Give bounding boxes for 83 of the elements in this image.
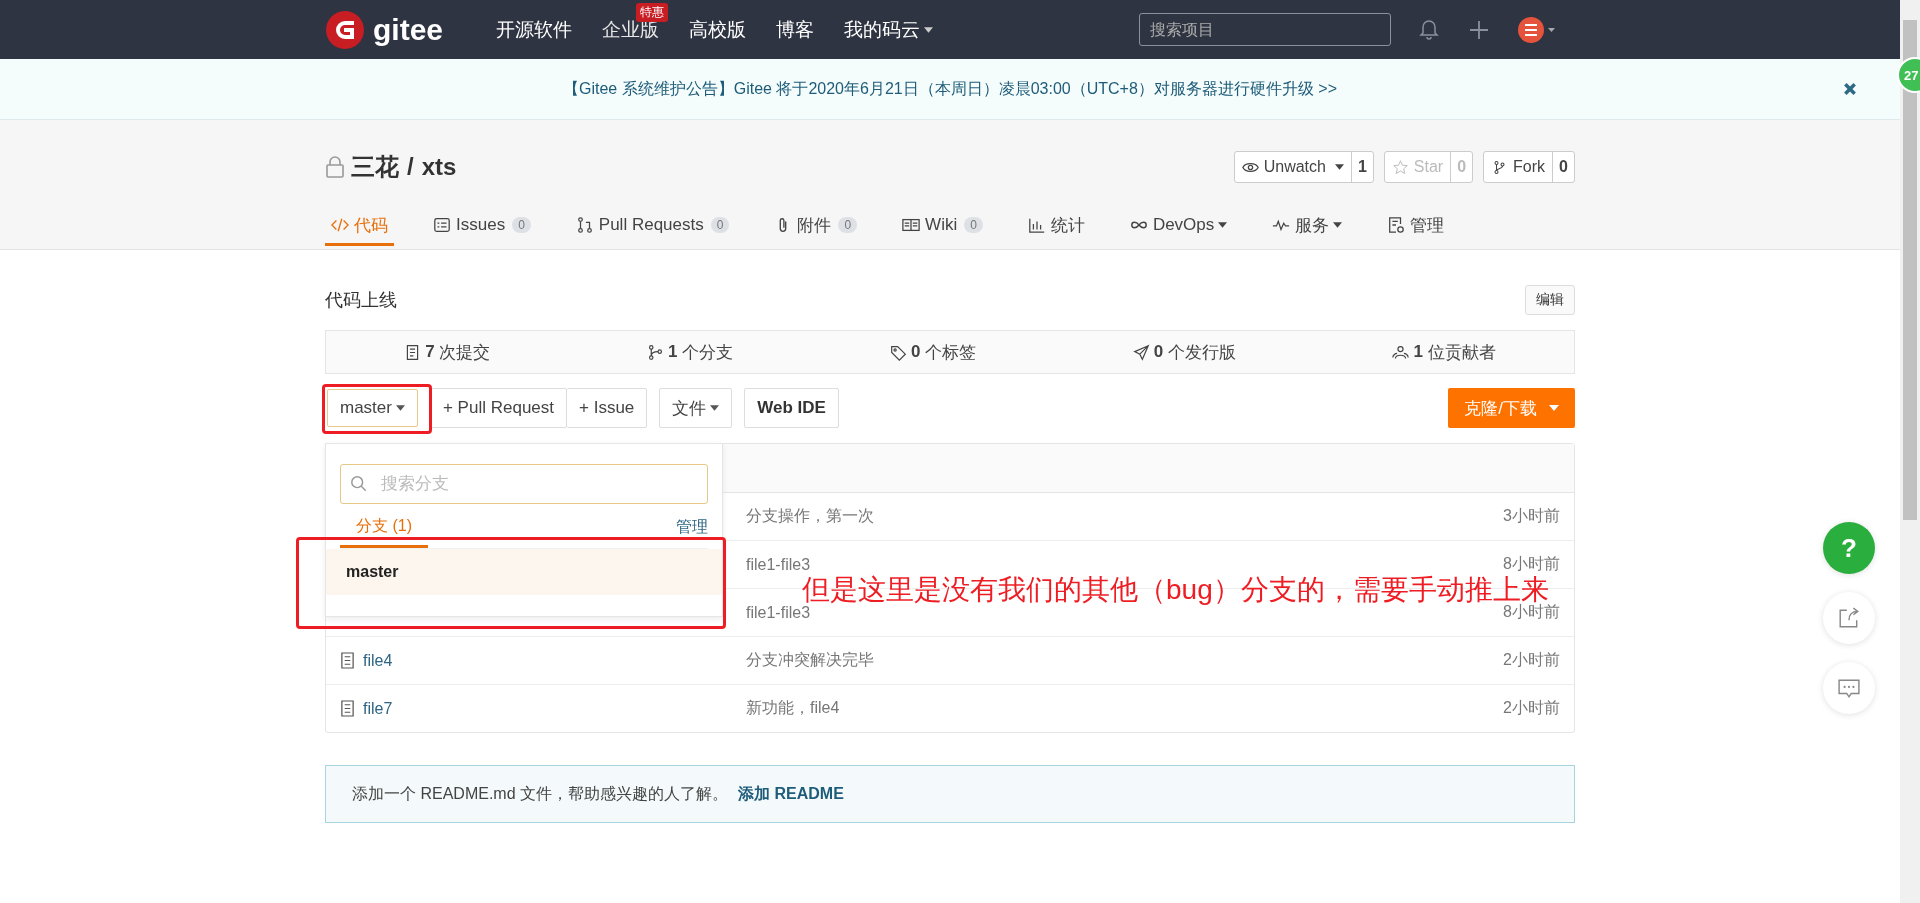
repo-tab[interactable]: Issues 0 bbox=[427, 207, 537, 246]
commit-time: 2小时前 bbox=[1503, 650, 1561, 670]
commit-message-link[interactable]: 新功能，file4 bbox=[746, 698, 1504, 719]
lock-icon bbox=[325, 155, 345, 179]
close-icon[interactable] bbox=[1843, 82, 1857, 96]
scrollbar[interactable] bbox=[1900, 0, 1920, 903]
file-icon bbox=[340, 652, 355, 669]
file-name-link[interactable]: file4 bbox=[363, 651, 393, 670]
stat-link[interactable]: 0 个发行版 bbox=[1132, 340, 1236, 364]
caret-icon bbox=[395, 405, 405, 411]
people-icon bbox=[1392, 343, 1410, 361]
commit-time: 8小时前 bbox=[1503, 554, 1561, 574]
comment-icon bbox=[1838, 677, 1860, 699]
stat-link[interactable]: 7 次提交 bbox=[404, 340, 491, 364]
share-button[interactable] bbox=[1823, 592, 1875, 644]
nav-link[interactable]: 高校版 bbox=[689, 16, 747, 43]
nav-link[interactable]: 博客 bbox=[776, 16, 815, 43]
count-badge: 0 bbox=[964, 217, 983, 233]
list-icon bbox=[433, 216, 451, 234]
nav-link[interactable]: 开源软件 bbox=[496, 16, 573, 43]
branch-icon bbox=[647, 343, 665, 361]
commit-time: 3小时前 bbox=[1503, 506, 1561, 526]
repo-action-button[interactable]: Fork bbox=[1484, 152, 1554, 182]
caret-icon bbox=[1549, 405, 1559, 411]
paper-plane-icon bbox=[1132, 343, 1150, 361]
logo-text[interactable]: gitee bbox=[373, 12, 444, 47]
repo-tab[interactable]: 管理 bbox=[1381, 207, 1451, 246]
bar-chart-icon bbox=[1027, 216, 1046, 234]
file-icon bbox=[340, 700, 355, 717]
file-menu-button[interactable]: 文件 bbox=[659, 388, 733, 428]
file-name-link[interactable]: file7 bbox=[363, 699, 393, 718]
repo-description: 代码上线 bbox=[325, 289, 397, 312]
repo-tab[interactable]: 附件 0 bbox=[768, 207, 864, 246]
branch-item[interactable]: master bbox=[326, 549, 722, 595]
caret-icon bbox=[710, 405, 720, 411]
new-pull-request-button[interactable]: + Pull Request bbox=[429, 388, 567, 428]
search-icon bbox=[350, 475, 368, 493]
announcement-link[interactable]: 【Gitee 系统维护公告】Gitee 将于2020年6月21日（本周日）凌晨03:00（UTC+8）对服务器进行硬件升级 >> bbox=[563, 78, 1337, 100]
repo-tab[interactable]: 服务 bbox=[1266, 207, 1349, 246]
count-badge: 0 bbox=[710, 217, 730, 233]
readme-hint: 添加一个 README.md 文件，帮助感兴趣的人了解。 bbox=[352, 783, 728, 804]
repo-owner-link[interactable]: 三花 bbox=[351, 151, 399, 183]
web-ide-button[interactable]: Web IDE bbox=[744, 388, 839, 428]
list-icon bbox=[1387, 216, 1406, 234]
tag-icon bbox=[889, 343, 907, 361]
star-icon bbox=[1391, 159, 1409, 175]
logo-icon[interactable] bbox=[325, 9, 365, 50]
repo-tab[interactable]: Pull Requests 0 bbox=[569, 207, 736, 246]
count-badge: 0 bbox=[838, 217, 858, 233]
repo-action-button[interactable]: Unwatch bbox=[1234, 152, 1352, 182]
commit-message-link[interactable]: 分支操作，第一次 bbox=[746, 506, 1504, 527]
repo-tab[interactable]: 统计 bbox=[1021, 207, 1091, 246]
comment-button[interactable] bbox=[1823, 662, 1875, 714]
book-icon bbox=[902, 216, 921, 234]
repo-tab[interactable]: Wiki 0 bbox=[896, 207, 989, 246]
edit-button[interactable]: 编辑 bbox=[1525, 285, 1575, 315]
stat-link[interactable]: 0 个标签 bbox=[889, 340, 977, 364]
branch-select-button[interactable]: master bbox=[327, 389, 418, 427]
stat-link[interactable]: 1 位贡献者 bbox=[1392, 340, 1496, 364]
repo-tab[interactable]: DevOps bbox=[1123, 207, 1234, 246]
stat-link[interactable]: 1 个分支 bbox=[647, 340, 734, 364]
add-readme-link[interactable]: 添加 README bbox=[738, 783, 844, 805]
action-count[interactable]: 0 bbox=[1553, 152, 1574, 182]
commit-message-link[interactable]: 分支冲突解决完毕 bbox=[746, 650, 1504, 671]
bell-icon[interactable] bbox=[1417, 17, 1441, 42]
promo-badge: 特惠 bbox=[636, 2, 669, 22]
search-field[interactable]: 搜索项目 bbox=[1139, 13, 1391, 46]
commit-time: 2小时前 bbox=[1503, 698, 1561, 718]
code-icon bbox=[331, 216, 349, 234]
commit-time: 8小时前 bbox=[1503, 602, 1561, 622]
count-badge: 0 bbox=[512, 217, 531, 233]
avatar-icon[interactable] bbox=[1517, 15, 1557, 44]
branch-icon bbox=[575, 216, 594, 234]
nav-link[interactable]: 我的码云 bbox=[844, 16, 934, 43]
annotation-text: 但是这里是没有我们的其他（bug）分支的，需要手动推上来 bbox=[802, 573, 1549, 605]
commit-message-link[interactable]: file1-file3 bbox=[746, 555, 1504, 574]
path-separator: / bbox=[407, 153, 414, 181]
repo-name-link[interactable]: xts bbox=[421, 153, 457, 181]
manage-link[interactable]: 管理 bbox=[676, 517, 708, 548]
new-issue-button[interactable]: + Issue bbox=[567, 388, 648, 428]
share-icon bbox=[1838, 607, 1860, 629]
branch-search-field[interactable]: 搜索分支 bbox=[340, 464, 708, 504]
action-count[interactable]: 1 bbox=[1351, 152, 1373, 182]
